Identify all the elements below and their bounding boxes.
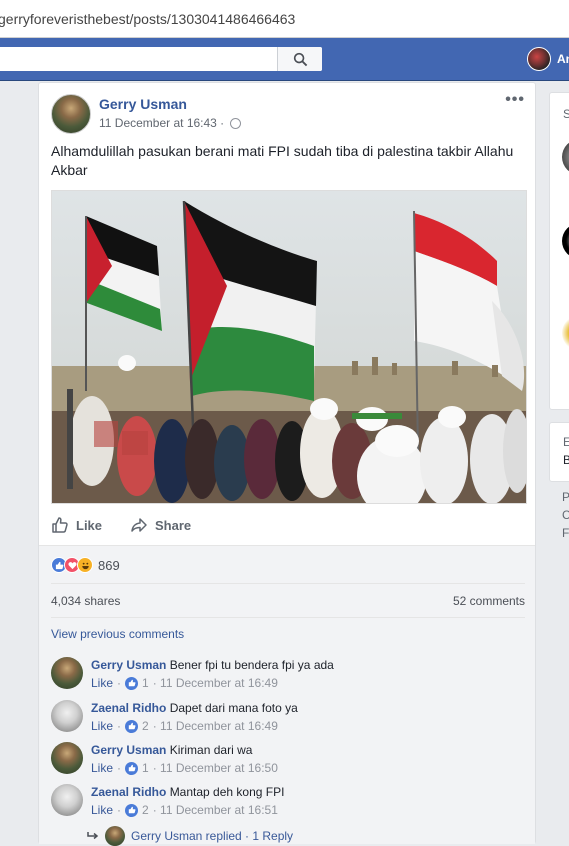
dot-separator: ·	[117, 761, 122, 775]
like-count-icon	[125, 803, 139, 817]
search-icon	[293, 52, 307, 66]
post-author[interactable]: Gerry Usman	[99, 96, 187, 112]
reaction-count: 869	[98, 557, 120, 573]
browser-address-bar[interactable]: gerryforeveristhebest/posts/130304148646…	[0, 0, 569, 38]
comment-like-count[interactable]: 2	[142, 803, 149, 817]
post-text: Alhamdulillah pasukan berani mati FPI su…	[51, 143, 514, 178]
comment-meta: Like · 1 · 11 December at 16:49	[91, 676, 278, 690]
haha-reaction-icon	[77, 557, 93, 573]
commenter-avatar[interactable]	[51, 700, 83, 732]
divider	[51, 583, 525, 584]
replier-avatar	[105, 826, 125, 846]
profile-name: An	[557, 52, 569, 66]
shares-count[interactable]: 4,034 shares	[51, 594, 120, 608]
comment-line: Gerry Usman Bener fpi tu bendera fpi ya …	[91, 658, 334, 672]
view-previous-comments-link[interactable]: View previous comments	[51, 627, 184, 641]
like-count-icon	[125, 676, 139, 690]
replies-text: Gerry Usman replied · 1 Reply	[131, 829, 294, 843]
share-arrow-icon	[131, 518, 147, 532]
dot-separator: ·	[117, 719, 122, 733]
comment-item: Gerry Usman Bener fpi tu bendera fpi ya …	[51, 657, 531, 697]
search-button[interactable]	[277, 47, 322, 71]
commenter-avatar[interactable]	[51, 657, 83, 689]
right-sidebar-panel: S	[549, 92, 569, 410]
divider	[39, 545, 535, 546]
like-button[interactable]: Like	[51, 516, 102, 534]
reply-arrow-icon	[87, 832, 99, 840]
sidebar-thumbnail[interactable]	[562, 223, 569, 259]
dot-separator: ·	[117, 676, 122, 690]
comment-meta: Like · 2 · 11 December at 16:51	[91, 803, 278, 817]
comment-line: Zaenal Ridho Dapet dari mana foto ya	[91, 701, 298, 715]
like-label: Like	[76, 517, 103, 533]
sidebar-letter: C	[562, 508, 569, 522]
divider	[51, 617, 525, 618]
comment-time[interactable]: · 11 December at 16:50	[153, 761, 278, 775]
reaction-summary[interactable]: 869	[51, 557, 120, 573]
url-text: gerryforeveristhebest/posts/130304148646…	[0, 11, 296, 27]
thumbs-up-icon	[52, 517, 68, 533]
globe-icon	[230, 117, 242, 129]
like-count-icon	[125, 719, 139, 733]
comment-time[interactable]: · 11 December at 16:49	[153, 676, 278, 690]
comment-meta: Like · 1 · 11 December at 16:50	[91, 761, 278, 775]
sidebar-letter: S	[563, 107, 569, 121]
sidebar-thumbnail[interactable]	[562, 139, 569, 175]
comment-text: Bener fpi tu bendera fpi ya ada	[169, 658, 334, 672]
comment-item: Gerry Usman Kiriman dari wa Like · 1 · 11…	[51, 742, 531, 782]
sidebar-letter: E	[563, 435, 569, 449]
comment-item: Zaenal Ridho Dapet dari mana foto ya Lik…	[51, 700, 531, 740]
left-gutter	[0, 81, 38, 844]
comment-like-link[interactable]: Like	[91, 761, 113, 775]
commenter-name[interactable]: Gerry Usman	[91, 743, 166, 757]
dot-separator: ·	[117, 803, 122, 817]
author-avatar[interactable]	[51, 94, 91, 134]
replies-link[interactable]: Gerry Usman replied · 1 Reply	[87, 826, 293, 846]
comment-meta: Like · 2 · 11 December at 16:49	[91, 719, 278, 733]
flags-photo	[52, 191, 526, 503]
post-meta: 11 December at 16:43 ·	[99, 116, 242, 130]
post-timestamp[interactable]: 11 December at 16:43 ·	[99, 116, 224, 130]
comment-like-link[interactable]: Like	[91, 719, 113, 733]
comment-time[interactable]: · 11 December at 16:49	[153, 719, 278, 733]
comment-like-link[interactable]: Like	[91, 676, 113, 690]
commenter-avatar[interactable]	[51, 742, 83, 774]
sidebar-thumbnail[interactable]	[562, 315, 569, 351]
comment-text: Dapet dari mana foto ya	[169, 701, 298, 715]
sidebar-letter: F	[562, 526, 569, 540]
search-input[interactable]	[0, 47, 322, 71]
commenter-avatar[interactable]	[51, 784, 83, 816]
comment-item: Zaenal Ridho Mantap deh kong FPI Like · 2…	[51, 784, 531, 824]
comment-text: Mantap deh kong FPI	[169, 785, 285, 799]
comment-like-link[interactable]: Like	[91, 803, 113, 817]
sidebar-letter: B	[563, 453, 569, 467]
comment-like-count[interactable]: 2	[142, 719, 149, 733]
post-card: Gerry Usman 11 December at 16:43 · ••• A…	[38, 82, 536, 846]
comment-time[interactable]: · 11 December at 16:51	[153, 803, 278, 817]
comment-line: Zaenal Ridho Mantap deh kong FPI	[91, 785, 284, 799]
share-label: Share	[155, 517, 192, 533]
facebook-top-bar: An	[0, 38, 569, 81]
like-count-icon	[125, 761, 139, 775]
comment-like-count[interactable]: 1	[142, 676, 149, 690]
comments-count[interactable]: 52 comments	[453, 594, 525, 608]
avatar	[527, 47, 551, 71]
right-sidebar-panel: E B	[549, 422, 569, 482]
sidebar-letter: P	[562, 490, 569, 504]
commenter-name[interactable]: Zaenal Ridho	[91, 785, 166, 799]
comment-line: Gerry Usman Kiriman dari wa	[91, 743, 252, 757]
commenter-name[interactable]: Gerry Usman	[91, 658, 166, 672]
comment-text: Kiriman dari wa	[169, 743, 253, 757]
post-photo[interactable]	[51, 190, 527, 504]
commenter-name[interactable]: Zaenal Ridho	[91, 701, 166, 715]
share-button[interactable]: Share	[130, 516, 191, 534]
post-actions: Like Share	[51, 514, 191, 536]
profile-link[interactable]: An	[527, 47, 569, 71]
more-options-icon[interactable]: •••	[505, 91, 525, 109]
comment-like-count[interactable]: 1	[142, 761, 149, 775]
